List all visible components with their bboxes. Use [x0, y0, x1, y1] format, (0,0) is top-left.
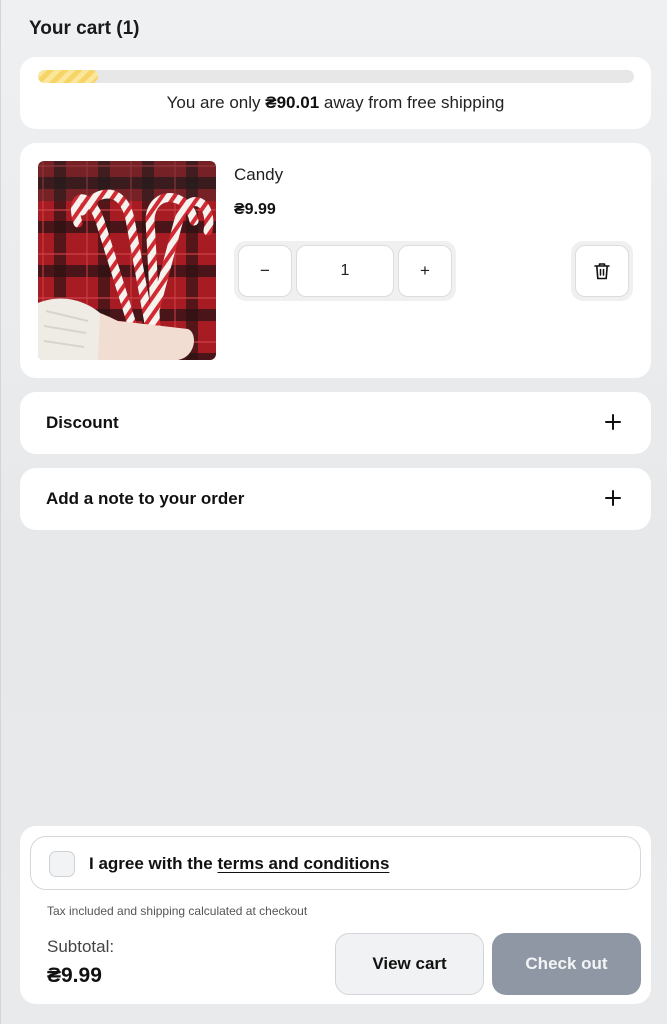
terms-agreement-text: I agree with the terms and conditions — [89, 854, 389, 874]
discount-accordion[interactable]: Discount — [20, 392, 651, 454]
terms-checkbox[interactable] — [49, 851, 75, 877]
remove-item-button[interactable] — [575, 245, 629, 297]
order-note-accordion[interactable]: Add a note to your order — [20, 468, 651, 530]
cart-drawer: Your cart (1) You are only ₴90.01 away f… — [0, 0, 667, 1024]
quantity-input[interactable]: 1 — [296, 245, 394, 297]
terms-agreement[interactable]: I agree with the terms and conditions — [30, 836, 641, 890]
shipping-progress-bar — [38, 70, 634, 83]
subtotal-value: ₴9.99 — [47, 964, 102, 987]
discount-label: Discount — [46, 413, 119, 432]
item-name[interactable]: Candy — [234, 165, 283, 185]
plus-icon — [605, 490, 621, 506]
item-price: ₴9.99 — [234, 201, 276, 218]
subtotal-label: Subtotal: — [47, 937, 115, 956]
increase-quantity-button[interactable]: + — [398, 245, 452, 297]
shipping-suffix: away from free shipping — [319, 93, 505, 112]
view-cart-button[interactable]: View cart — [335, 933, 484, 995]
candy-cane-photo — [38, 161, 216, 360]
trash-icon — [594, 263, 610, 280]
shipping-amount: ₴90.01 — [265, 93, 320, 112]
candy-cane-image[interactable] — [38, 161, 216, 360]
checkout-button[interactable]: Check out — [492, 933, 641, 995]
agree-prefix: I agree with the — [89, 854, 218, 873]
plus-icon — [605, 414, 621, 430]
shipping-prefix: You are only — [166, 93, 266, 112]
decrease-quantity-button[interactable]: − — [238, 245, 292, 297]
shipping-message: You are only ₴90.01 away from free shipp… — [20, 93, 651, 113]
tax-note: Tax included and shipping calculated at … — [47, 904, 308, 918]
cart-item: Candy ₴9.99 − 1 + — [20, 143, 651, 378]
terms-link[interactable]: terms and conditions — [217, 854, 389, 873]
free-shipping-card: You are only ₴90.01 away from free shipp… — [20, 57, 651, 129]
quantity-stepper: − 1 + — [234, 241, 456, 301]
remove-item-wrapper — [571, 241, 633, 301]
cart-footer: I agree with the terms and conditions Ta… — [20, 826, 651, 1004]
shipping-progress-fill — [38, 70, 98, 83]
order-note-label: Add a note to your order — [46, 489, 245, 508]
cart-title: Your cart (1) — [29, 18, 140, 39]
